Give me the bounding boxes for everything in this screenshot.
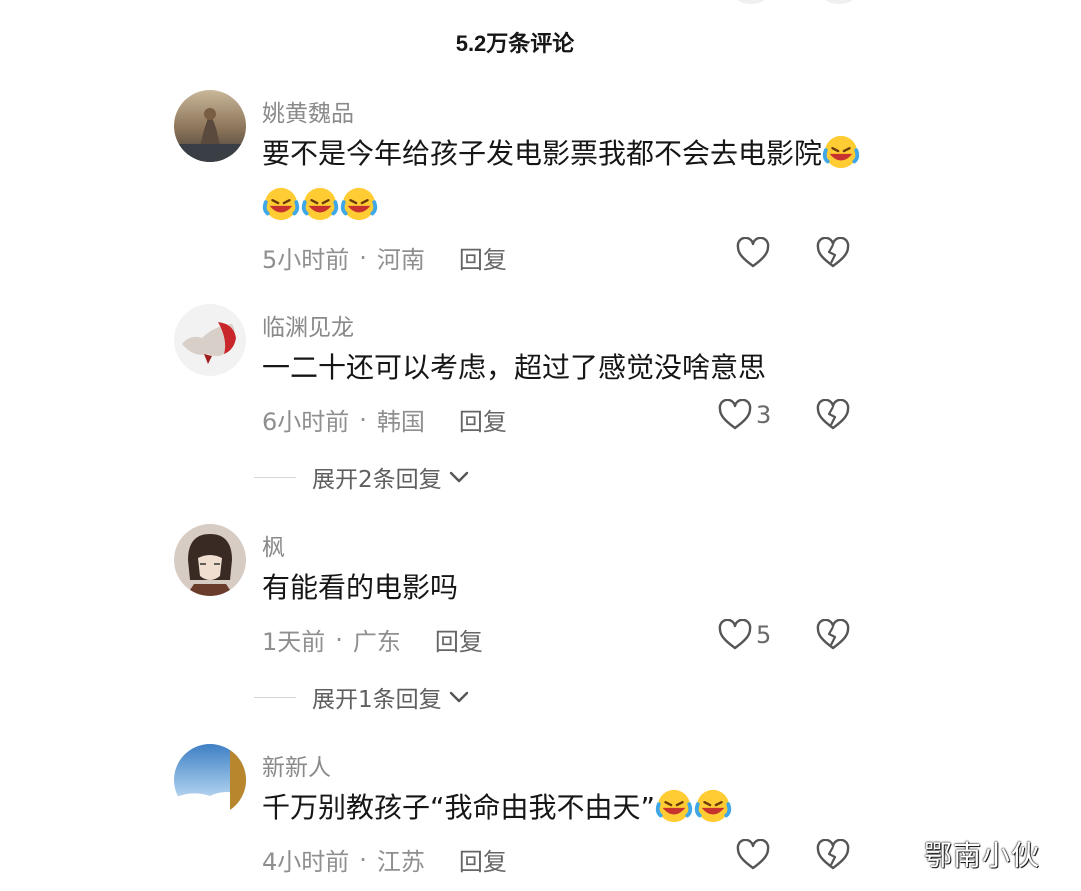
comment-body: 一二十还可以考虑，超过了感觉没啥意思 [262, 351, 767, 384]
like-button[interactable]: 3 [718, 399, 771, 431]
rofl-emoji-icon [822, 135, 860, 169]
divider-line [254, 476, 296, 478]
comment-text: 千万别教孩子“我命由我不由天” [262, 782, 862, 834]
top-icon-remnant [822, 0, 856, 4]
top-icon-remnant [734, 0, 768, 4]
dislike-button[interactable] [816, 398, 850, 435]
comment-text: 要不是今年给孩子发电影票我都不会去电影院 [262, 128, 862, 232]
avatar[interactable] [174, 524, 246, 596]
username[interactable]: 新新人 [262, 748, 331, 782]
comment-body: 千万别教孩子“我命由我不由天” [262, 791, 656, 824]
broken-heart-icon [816, 838, 850, 870]
expand-replies-button[interactable]: 展开2条回复 [254, 460, 470, 494]
divider-line [254, 696, 296, 698]
comment-meta: 5小时前 · 河南 回复 [262, 240, 507, 275]
timestamp: 6小时前 [262, 408, 350, 436]
location: 广东 [352, 628, 401, 656]
dislike-button[interactable] [816, 236, 850, 273]
avatar[interactable] [174, 90, 246, 162]
location: 韩国 [376, 408, 425, 436]
like-count: 5 [756, 621, 772, 649]
reply-button[interactable]: 回复 [459, 842, 507, 877]
heart-outline-icon [718, 619, 752, 650]
timestamp: 4小时前 [262, 848, 350, 876]
dislike-button[interactable] [816, 618, 850, 655]
expand-replies-label: 展开1条回复 [312, 687, 442, 713]
rofl-emoji-icon [655, 789, 693, 823]
rofl-emoji-icon [262, 187, 300, 221]
like-button[interactable] [736, 237, 774, 269]
heart-outline-icon [718, 399, 752, 430]
separator: · [359, 405, 367, 434]
avatar[interactable] [174, 744, 246, 816]
reply-button[interactable]: 回复 [459, 402, 507, 437]
separator: · [359, 243, 367, 272]
heart-outline-icon [736, 237, 770, 268]
expand-replies-label: 展开2条回复 [312, 467, 442, 493]
comment-body: 有能看的电影吗 [262, 571, 459, 604]
username[interactable]: 临渊见龙 [262, 308, 354, 342]
location: 河南 [376, 246, 425, 274]
like-count: 3 [756, 401, 772, 429]
comment-body: 要不是今年给孩子发电影票我都不会去电影院 [262, 137, 823, 170]
avatar[interactable] [174, 304, 246, 376]
broken-heart-icon [816, 398, 850, 430]
chevron-down-icon [449, 471, 468, 483]
reply-button[interactable]: 回复 [459, 240, 507, 275]
top-bar-remnant [0, 0, 1081, 4]
dislike-button[interactable] [816, 838, 850, 875]
rofl-emoji-icon [301, 187, 339, 221]
comment-text: 有能看的电影吗 [262, 562, 862, 614]
username[interactable]: 枫 [262, 528, 285, 562]
comment-meta: 6小时前 · 韩国 回复 [262, 402, 507, 437]
separator: · [359, 845, 367, 874]
watermark: 鄂南小伙 [924, 839, 1041, 872]
separator: · [335, 625, 343, 654]
broken-heart-icon [816, 236, 850, 268]
expand-replies-button[interactable]: 展开1条回复 [254, 680, 470, 714]
timestamp: 5小时前 [262, 246, 350, 274]
comment-meta: 4小时前 · 江苏 回复 [262, 842, 507, 877]
comment-meta: 1天前 · 广东 回复 [262, 622, 483, 657]
like-button[interactable]: 5 [718, 619, 771, 651]
location: 江苏 [376, 848, 425, 876]
like-button[interactable] [736, 839, 774, 871]
broken-heart-icon [816, 618, 850, 650]
rofl-emoji-icon [340, 187, 378, 221]
reply-button[interactable]: 回复 [435, 622, 483, 657]
emoji-group [655, 789, 733, 824]
heart-outline-icon [736, 839, 770, 870]
comment-text: 一二十还可以考虑，超过了感觉没啥意思 [262, 342, 862, 394]
username[interactable]: 姚黄魏品 [262, 94, 354, 128]
comment-count-title: 5.2万条评论 [455, 31, 575, 56]
timestamp: 1天前 [262, 628, 326, 656]
rofl-emoji-icon [694, 789, 732, 823]
chevron-down-icon [449, 691, 468, 703]
